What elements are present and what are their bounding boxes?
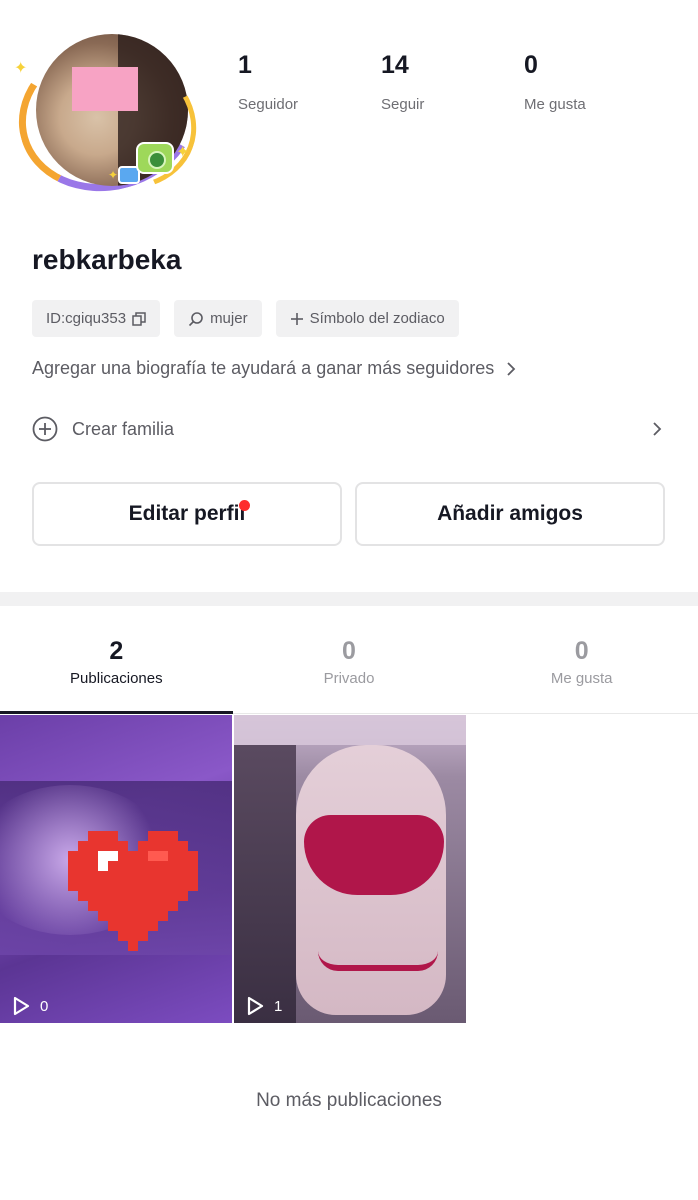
search-icon — [188, 311, 203, 326]
play-count-value: 1 — [274, 997, 283, 1015]
username: rebkarbeka — [32, 244, 182, 275]
tab-label: Me gusta — [550, 670, 613, 687]
add-friends-button[interactable]: Añadir amigos — [355, 482, 665, 546]
sparkle-icon: ✦ — [14, 60, 28, 77]
no-more-posts-text: No más publicaciones — [256, 1090, 442, 1111]
bio-prompt-text: Agregar una biografía te ayudará a ganar… — [32, 358, 495, 378]
add-circle-icon — [32, 416, 58, 442]
play-icon — [13, 996, 30, 1016]
post-grid: 0 1 — [0, 715, 466, 1023]
tab-count: 2 — [109, 637, 124, 665]
add-friends-label: Añadir amigos — [437, 502, 583, 525]
post-thumbnail[interactable]: 0 — [0, 715, 232, 1023]
camera-icon — [136, 142, 174, 174]
stat-label: Seguir — [381, 96, 425, 113]
play-count-value: 0 — [40, 997, 49, 1015]
avatar-frame-ring-accent — [5, 22, 217, 214]
plus-icon — [290, 312, 303, 325]
gender-text: mujer — [210, 310, 248, 327]
tab-privado[interactable]: 0 Privado — [233, 606, 466, 713]
copy-icon — [132, 311, 146, 326]
stat-likes[interactable]: 0 Me gusta — [524, 50, 667, 113]
stat-label: Me gusta — [524, 96, 586, 113]
tab-label: Publicaciones — [70, 670, 163, 687]
stat-count: 14 — [381, 51, 409, 79]
play-icon — [247, 996, 264, 1016]
stat-following[interactable]: 14 Seguir — [381, 50, 524, 113]
stat-count: 1 — [238, 51, 252, 79]
zodiac-text: Símbolo del zodiaco — [309, 310, 445, 327]
stat-followers[interactable]: 1 Seguidor — [238, 50, 381, 113]
create-family-row[interactable]: Crear familia — [32, 414, 662, 444]
section-divider — [0, 592, 698, 606]
id-chip[interactable]: ID:cgiqu353 — [32, 300, 161, 337]
tab-me-gusta[interactable]: 0 Me gusta — [465, 606, 698, 713]
stat-count: 0 — [524, 51, 538, 79]
play-count: 0 — [10, 995, 48, 1017]
edit-profile-label: Editar perfil — [128, 502, 246, 525]
zodiac-chip[interactable]: Símbolo del zodiaco — [275, 300, 459, 337]
post-thumbnail[interactable]: 1 — [234, 715, 466, 1023]
bio-prompt[interactable]: Agregar una biografía te ayudará a ganar… — [32, 358, 516, 379]
chevron-right-icon — [507, 361, 516, 376]
tab-label: Privado — [323, 670, 375, 687]
profile-chips: ID:cgiqu353 mujer Símbolo del zodiaco — [32, 300, 459, 337]
tab-count: 0 — [574, 637, 589, 665]
tab-count: 0 — [342, 637, 356, 665]
notification-dot — [239, 500, 250, 511]
gender-chip[interactable]: mujer — [174, 300, 262, 337]
id-text: ID:cgiqu353 — [46, 310, 127, 327]
active-tab-indicator — [0, 711, 233, 714]
play-count: 1 — [244, 995, 282, 1017]
pixel-heart-sticker — [68, 831, 198, 951]
chevron-right-icon — [653, 422, 662, 436]
edit-profile-button[interactable]: Editar perfil — [32, 482, 342, 546]
profile-stats: 1 Seguidor 14 Seguir 0 Me gusta — [238, 50, 667, 113]
content-tabs: 2 Publicaciones 0 Privado 0 Me gusta — [0, 606, 698, 714]
avatar[interactable]: ✦ ✦ ✦ — [1, 19, 217, 214]
tab-publicaciones[interactable]: 2 Publicaciones — [0, 606, 233, 714]
sparkle-icon: ✦ — [108, 168, 119, 182]
create-family-label: Crear familia — [72, 418, 175, 439]
avatar-censor-block — [72, 67, 138, 111]
stat-label: Seguidor — [238, 96, 299, 113]
sparkle-icon: ✦ — [176, 144, 190, 161]
